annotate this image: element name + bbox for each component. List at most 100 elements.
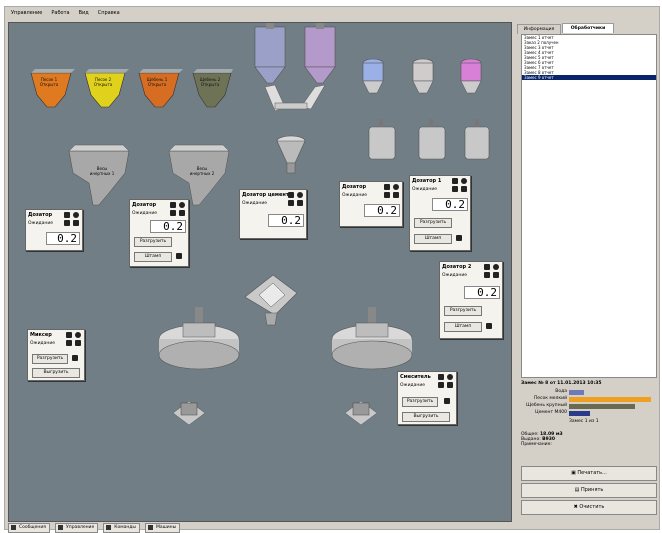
mixer-1[interactable] (151, 305, 251, 385)
hopper-3[interactable] (138, 69, 183, 108)
panel-8-discharge-button[interactable]: Выгрузить (402, 412, 450, 422)
event-list[interactable]: Замес 1 отчет Заказ 2 получен Замес 3 от… (521, 34, 657, 378)
panel-6-title: Дозатор 2 (442, 264, 472, 270)
dosing-panel-2: Дозатор Ожидание 0.2 Разгрузить Штамп (129, 199, 189, 267)
panel-4-status: Ожидание (342, 193, 368, 198)
discharge-gate-2[interactable] (341, 393, 381, 433)
status-machines[interactable]: Машины (144, 522, 181, 533)
gear-icon[interactable] (73, 212, 79, 218)
stop-icon[interactable] (75, 340, 81, 346)
panel-5-title: Дозатор 1 (412, 178, 442, 184)
panel-7-title: Миксер (30, 332, 52, 338)
panel-7-status: Ожидание (30, 341, 56, 346)
status-messages[interactable]: Сообщения (8, 522, 51, 533)
panel-8-unload-button[interactable]: Разгрузить (402, 397, 438, 407)
accept-label: Принять (581, 487, 604, 493)
print-button[interactable]: ▣ Печатать... (521, 466, 657, 481)
stop-icon[interactable] (297, 200, 303, 206)
silo-2[interactable] (304, 23, 336, 84)
gear-icon[interactable] (461, 178, 467, 184)
weigher-1-label: Весы инертных 1 (89, 166, 115, 176)
lock-icon[interactable] (170, 210, 176, 216)
gear-icon[interactable] (493, 264, 499, 270)
wrench-icon[interactable] (384, 184, 390, 190)
panel-7-unload-button[interactable]: Разгрузить (32, 354, 68, 364)
stop-icon[interactable] (73, 220, 79, 226)
lock-icon[interactable] (484, 272, 490, 278)
hopper-4[interactable] (192, 69, 233, 108)
stop-icon[interactable] (447, 382, 453, 388)
cement-weigher[interactable] (271, 133, 311, 179)
silo-1[interactable] (254, 23, 286, 84)
list-item-selected[interactable]: Замес 9 отчет (522, 75, 656, 80)
clear-button[interactable]: ✖ Очистить (521, 500, 657, 515)
wrench-icon[interactable] (484, 264, 490, 270)
menu-help[interactable]: Справка (98, 10, 120, 16)
lock-icon[interactable] (384, 192, 390, 198)
component-label: Цемент М400 (535, 410, 567, 415)
silo-3[interactable] (362, 58, 384, 94)
component-label: Щебень крупный (526, 403, 567, 408)
clear-label: Очистить (579, 504, 605, 510)
menu-work[interactable]: Работа (51, 10, 69, 16)
lock-icon[interactable] (438, 382, 444, 388)
stop-icon[interactable] (461, 186, 467, 192)
panel-2-status: Ожидание (132, 211, 158, 216)
stop-icon[interactable] (393, 192, 399, 198)
tab-handlers[interactable]: Обработчики (562, 23, 614, 33)
hopper-2[interactable] (84, 69, 129, 108)
silo-4[interactable] (412, 58, 434, 94)
panel-2-value: 0.2 (150, 220, 186, 233)
panel-2-unload-button[interactable]: Разгрузить (134, 237, 172, 247)
panel-7-discharge-button[interactable]: Выгрузить (32, 368, 80, 378)
panel-6-unload-button[interactable]: Разгрузить (444, 306, 482, 316)
dosing-panel-4: Дозатор Ожидание 0.2 (339, 181, 403, 227)
lock-icon[interactable] (66, 340, 72, 346)
lock-icon[interactable] (288, 200, 294, 206)
component-bar (569, 390, 584, 395)
pin-icon[interactable] (444, 398, 450, 404)
status-label: Управление (66, 524, 95, 530)
wrench-icon[interactable] (438, 374, 444, 380)
screw-conveyor (264, 84, 326, 112)
gear-icon[interactable] (297, 192, 303, 198)
pin-icon[interactable] (176, 253, 182, 259)
silo-5[interactable] (460, 58, 482, 94)
wrench-icon[interactable] (452, 178, 458, 184)
component-bar (569, 404, 635, 409)
panel-6-stamp-button[interactable]: Штамп (444, 322, 482, 332)
print-label: Печатать... (577, 470, 607, 476)
wrench-icon[interactable] (66, 332, 72, 338)
panel-5-unload-button[interactable]: Разгрузить (414, 218, 452, 228)
menu-manage[interactable]: Управление (11, 10, 42, 16)
mixer-panel-1: Миксер Ожидание Разгрузить Выгрузить (27, 329, 85, 381)
gear-icon[interactable] (179, 202, 185, 208)
menu-view[interactable]: Вид (79, 10, 89, 16)
panel-2-stamp-button[interactable]: Штамп (134, 252, 172, 262)
status-commands[interactable]: Команды (103, 522, 140, 533)
wrench-icon[interactable] (170, 202, 176, 208)
discharge-gate-1[interactable] (169, 393, 209, 433)
gear-icon[interactable] (393, 184, 399, 190)
wrench-icon[interactable] (288, 192, 294, 198)
gear-icon[interactable] (75, 332, 81, 338)
stop-icon[interactable] (179, 210, 185, 216)
hopper-1[interactable] (30, 69, 75, 108)
pin-icon[interactable] (72, 355, 78, 361)
dosing-panel-5: Дозатор 1 Ожидание 0.2 Разгрузить Штамп (409, 175, 471, 251)
pin-icon[interactable] (486, 323, 492, 329)
lock-icon[interactable] (64, 220, 70, 226)
gear-icon[interactable] (447, 374, 453, 380)
dosing-panel-3: Дозатор цемента Ожидание 0.2 (239, 189, 307, 239)
pin-icon[interactable] (456, 235, 462, 241)
panel-5-stamp-button[interactable]: Штамп (414, 234, 452, 244)
batch-note: Примечание: (521, 442, 552, 447)
stop-icon[interactable] (493, 272, 499, 278)
accept-button[interactable]: ▤ Принять (521, 483, 657, 498)
tab-info[interactable]: Информация (517, 24, 561, 34)
status-control[interactable]: Управление (55, 522, 99, 533)
truck-icon (147, 524, 153, 530)
panel-1-value: 0.2 (46, 232, 80, 245)
wrench-icon[interactable] (64, 212, 70, 218)
lock-icon[interactable] (452, 186, 458, 192)
